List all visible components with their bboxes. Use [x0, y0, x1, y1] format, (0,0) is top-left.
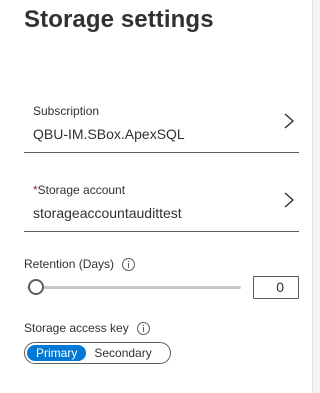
chevron-right-icon — [284, 113, 295, 129]
chevron-right-icon — [284, 192, 295, 208]
storage-account-picker[interactable]: *Storage account storageaccountaudittest — [24, 177, 299, 232]
retention-label-row: Retention (Days) — [24, 257, 136, 271]
access-key-toggle[interactable]: Primary Secondary — [24, 342, 171, 364]
slider-thumb[interactable] — [28, 279, 44, 295]
storage-account-value: storageaccountaudittest — [33, 205, 182, 221]
subscription-picker[interactable]: Subscription QBU-IM.SBox.ApexSQL — [24, 98, 299, 153]
storage-settings-panel: Storage settings Subscription QBU-IM.SBo… — [0, 0, 313, 393]
storage-account-label: *Storage account — [33, 183, 125, 197]
access-key-label-row: Storage access key — [24, 321, 150, 335]
access-key-option-secondary[interactable]: Secondary — [86, 345, 159, 361]
info-icon[interactable] — [136, 321, 150, 335]
retention-days-value: 0 — [276, 279, 284, 295]
slider-track[interactable] — [27, 286, 241, 289]
info-icon[interactable] — [122, 257, 136, 271]
retention-label: Retention (Days) — [24, 257, 115, 271]
subscription-label: Subscription — [33, 104, 100, 118]
access-key-label: Storage access key — [24, 321, 129, 335]
retention-slider[interactable] — [27, 279, 241, 295]
subscription-value: QBU-IM.SBox.ApexSQL — [33, 126, 185, 142]
retention-days-input[interactable]: 0 — [253, 276, 299, 299]
page-title: Storage settings — [24, 6, 214, 33]
access-key-option-primary[interactable]: Primary — [27, 345, 87, 361]
storage-account-label-text: Storage account — [37, 183, 126, 197]
